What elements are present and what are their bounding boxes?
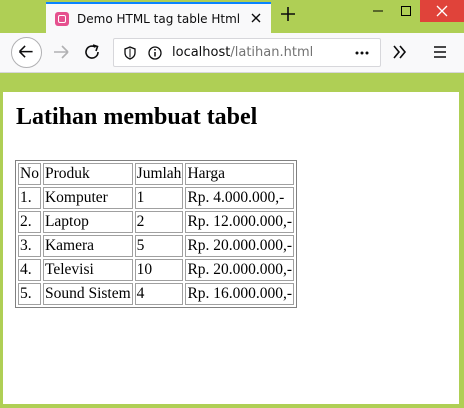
page-content: Latihan membuat tabel No Produk Jumlah H…: [3, 92, 459, 404]
table-cell: 1.: [18, 187, 41, 209]
table-row: 4. Televisi 10 Rp. 20.000.000,-: [18, 259, 295, 281]
maximize-icon[interactable]: [392, 0, 420, 22]
table-header-cell: Produk: [42, 163, 133, 185]
reload-icon[interactable]: [77, 37, 107, 67]
table-cell: Rp. 20.000.000,-: [185, 259, 295, 281]
overflow-icon[interactable]: [385, 37, 415, 67]
back-button[interactable]: [11, 37, 42, 68]
table-cell: 2.: [18, 211, 41, 233]
table-cell: Sound Sistem: [42, 283, 133, 305]
table-cell: Kamera: [42, 235, 133, 257]
url-host: localhost: [172, 45, 231, 60]
table-header-cell: Harga: [185, 163, 295, 185]
tab-bar: Demo HTML tag table Html: [0, 0, 464, 33]
table-cell: 5.: [18, 283, 41, 305]
table-cell: 4.: [18, 259, 41, 281]
table-cell: 5: [134, 235, 184, 257]
shield-icon[interactable]: [122, 45, 138, 61]
browser-window: Demo HTML tag table Html localhost/latih…: [0, 0, 464, 408]
table-cell: Rp. 20.000.000,-: [185, 235, 295, 257]
table-header-cell: No: [18, 163, 41, 185]
window-close-icon[interactable]: [420, 0, 464, 22]
table-header-cell: Jumlah: [134, 163, 184, 185]
url-bar[interactable]: localhost/latihan.html: [113, 38, 381, 67]
url-path: /latihan.html: [230, 45, 314, 60]
minimize-icon[interactable]: [364, 0, 392, 22]
table-cell: Rp. 16.000.000,-: [185, 283, 295, 305]
table-row: 2. Laptop 2 Rp. 12.000.000,-: [18, 211, 295, 233]
tab-active[interactable]: Demo HTML tag table Html: [46, 2, 271, 33]
table-cell: 4: [134, 283, 184, 305]
table-row: 3. Kamera 5 Rp. 20.000.000,-: [18, 235, 295, 257]
table-row: 5. Sound Sistem 4 Rp. 16.000.000,-: [18, 283, 295, 305]
forward-icon[interactable]: [46, 37, 76, 67]
tab-title: Demo HTML tag table Html: [77, 11, 241, 26]
table-row: 1. Komputer 1 Rp. 4.000.000,-: [18, 187, 295, 209]
navigation-bar: localhost/latihan.html: [0, 33, 464, 73]
table-cell: Laptop: [42, 211, 133, 233]
table-header-row: No Produk Jumlah Harga: [18, 163, 295, 185]
table-cell: 2: [134, 211, 184, 233]
info-icon[interactable]: [147, 45, 163, 61]
table-cell: Komputer: [42, 187, 133, 209]
close-icon[interactable]: [249, 11, 263, 25]
product-table: No Produk Jumlah Harga 1. Komputer 1 Rp.…: [15, 160, 298, 308]
table-cell: 3.: [18, 235, 41, 257]
table-cell: Rp. 4.000.000,-: [185, 187, 295, 209]
menu-icon[interactable]: [425, 37, 455, 67]
table-cell: Televisi: [42, 259, 133, 281]
table-cell: 10: [134, 259, 184, 281]
back-icon: [18, 45, 33, 58]
more-icon[interactable]: [354, 45, 370, 61]
url-text: localhost/latihan.html: [172, 45, 313, 60]
table-cell: Rp. 12.000.000,-: [185, 211, 295, 233]
page-title: Latihan membuat tabel: [16, 104, 258, 130]
favicon-icon: [55, 11, 69, 26]
table-cell: 1: [134, 187, 184, 209]
plus-icon[interactable]: [278, 4, 298, 24]
